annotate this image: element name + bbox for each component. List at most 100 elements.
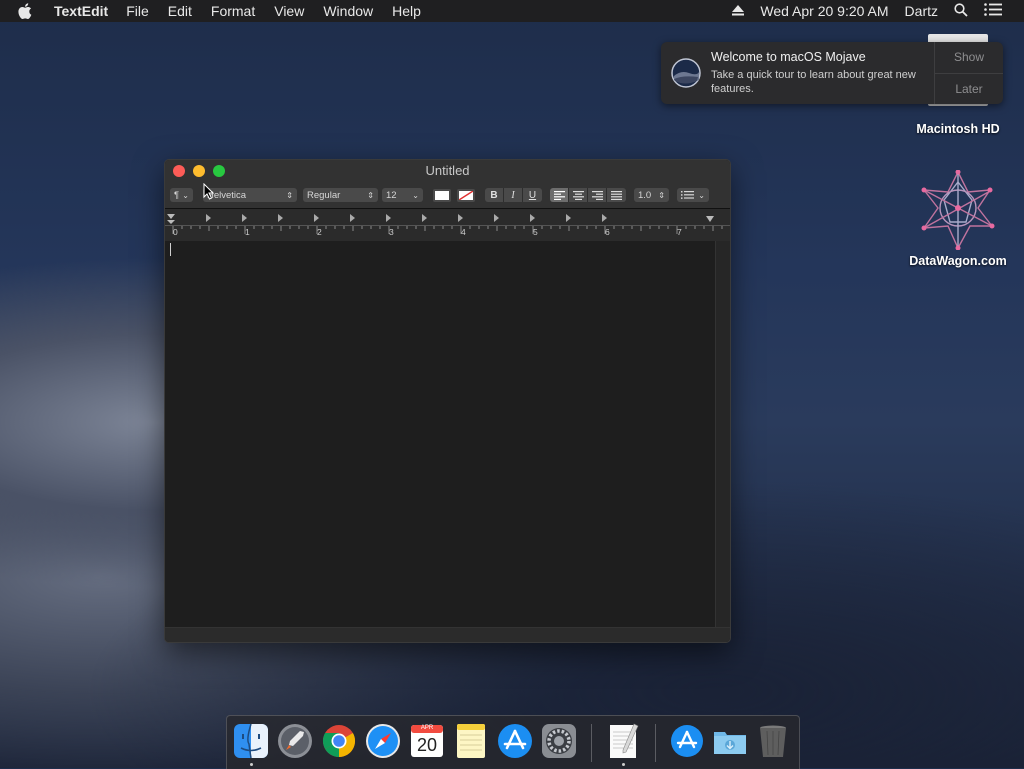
desktop-icon-label: Macintosh HD [916, 122, 1000, 136]
applications-folder-icon [671, 725, 703, 757]
menu-window[interactable]: Window [323, 3, 373, 19]
apple-icon[interactable] [18, 3, 36, 19]
menubar-clock[interactable]: Wed Apr 20 9:20 AM [760, 3, 888, 19]
font-style-value: Regular [307, 189, 341, 201]
trash-icon [760, 725, 786, 757]
align-center-button[interactable] [569, 188, 588, 202]
dock-item-app-store[interactable] [496, 722, 534, 760]
spotlight-icon[interactable] [954, 2, 968, 20]
text-color-swatch [435, 190, 449, 200]
calendar-month: APR [420, 725, 434, 731]
dock-item-downloads[interactable] [711, 722, 749, 760]
list-style-popup[interactable]: ⌄ [677, 188, 709, 202]
menu-app-name[interactable]: TextEdit [54, 3, 108, 19]
stepper-arrows-icon: ⇕ [286, 190, 293, 200]
text-cursor [170, 243, 171, 256]
paragraph-style-popup[interactable]: ¶ ⌄ [170, 188, 193, 202]
justify-button[interactable] [607, 188, 626, 202]
no-color-icon [459, 190, 473, 200]
line-spacing-popup[interactable]: 1.0 ⇕ [634, 188, 669, 202]
notification-app-icon [661, 42, 711, 104]
document-text-area[interactable] [165, 241, 715, 628]
window-bottom-bar [165, 627, 730, 642]
menu-view[interactable]: View [274, 3, 304, 19]
font-family-popup[interactable]: Helvetica ⇕ [203, 188, 297, 202]
safari-icon [366, 724, 400, 758]
ruler-label: 1 [245, 227, 250, 237]
eject-icon[interactable] [732, 3, 745, 19]
menu-edit[interactable]: Edit [168, 3, 192, 19]
desktop-icon-datawagon[interactable]: DataWagon.com [903, 170, 1013, 268]
align-right-button[interactable] [588, 188, 607, 202]
align-left-button[interactable] [550, 188, 569, 202]
textedit-window[interactable]: Untitled ¶ ⌄ Helvetica ⇕ Regular ⇕ 12 ⌄ [164, 159, 731, 643]
menu-file[interactable]: File [126, 3, 149, 19]
desktop-icon-label: DataWagon.com [909, 254, 1007, 268]
ruler-label: 4 [461, 227, 466, 237]
dock-separator [655, 724, 656, 762]
ruler-label: 7 [677, 227, 682, 237]
dock-item-trash[interactable] [754, 722, 792, 760]
italic-button[interactable]: I [504, 188, 523, 202]
dock: APR 20 [226, 715, 800, 769]
dock-item-safari[interactable] [364, 722, 402, 760]
notification-banner[interactable]: Welcome to macOS Mojave Take a quick tou… [661, 42, 1003, 104]
dock-item-applications[interactable] [668, 722, 706, 760]
stepper-arrows-icon: ⇕ [658, 190, 665, 200]
dock-running-indicator [622, 763, 625, 766]
align-left-icon [553, 190, 565, 200]
dock-separator [591, 724, 592, 762]
datawagon-logo-icon [903, 170, 1013, 254]
calendar-day: 20 [416, 735, 438, 755]
dock-item-textedit[interactable] [604, 722, 642, 760]
ruler[interactable]: 0 1 2 3 4 5 6 7 [165, 209, 730, 242]
background-color-well[interactable] [457, 188, 475, 202]
menu-help[interactable]: Help [392, 3, 421, 19]
mouse-pointer-icon [203, 183, 214, 200]
paragraph-style-label: ¶ [174, 189, 180, 201]
menu-format[interactable]: Format [211, 3, 255, 19]
font-size-value: 12 [386, 189, 397, 201]
text-color-well[interactable] [433, 188, 451, 202]
notification-center-icon[interactable] [984, 3, 1002, 19]
notification-later-button[interactable]: Later [935, 74, 1003, 105]
notification-body: Take a quick tour to learn about great n… [711, 69, 916, 95]
ruler-label: 0 [173, 227, 178, 237]
stepper-arrows-icon: ⇕ [367, 190, 374, 200]
window-title: Untitled [425, 163, 470, 178]
line-spacing-value: 1.0 [638, 189, 652, 201]
chevron-down-icon: ⌄ [412, 190, 419, 200]
font-style-popup[interactable]: Regular ⇕ [303, 188, 378, 202]
menu-bar: TextEdit File Edit Format View Window He… [0, 0, 1024, 22]
app-store-icon [498, 724, 532, 758]
menubar-user[interactable]: Dartz [905, 3, 938, 19]
notification-title: Welcome to macOS Mojave [711, 50, 866, 64]
ruler-label: 6 [605, 227, 610, 237]
underline-button[interactable]: U [523, 188, 542, 202]
dock-item-notes[interactable] [452, 722, 490, 760]
dock-running-indicator [250, 763, 253, 766]
format-toolbar: ¶ ⌄ Helvetica ⇕ Regular ⇕ 12 ⌄ B I U 1.0… [170, 187, 713, 203]
chevron-down-icon: ⌄ [182, 190, 189, 200]
dock-item-finder[interactable] [232, 722, 270, 760]
downloads-folder-icon [714, 732, 746, 754]
launchpad-icon [278, 724, 312, 758]
bold-button[interactable]: B [485, 188, 504, 202]
finder-icon [234, 723, 268, 759]
chrome-icon [322, 725, 356, 758]
notes-icon [457, 724, 485, 758]
dock-item-launchpad[interactable] [276, 722, 314, 760]
align-right-icon [591, 190, 603, 200]
bulleted-list-icon [681, 191, 694, 199]
vertical-scrollbar[interactable] [715, 241, 730, 628]
ruler-label: 3 [389, 227, 394, 237]
dock-item-system-preferences[interactable] [540, 722, 578, 760]
align-justify-icon [611, 190, 622, 200]
notification-show-button[interactable]: Show [935, 42, 1003, 74]
dock-item-calendar[interactable]: APR 20 [408, 722, 446, 760]
font-size-combobox[interactable]: 12 ⌄ [382, 188, 423, 202]
chevron-down-icon: ⌄ [698, 190, 705, 200]
dock-item-chrome[interactable] [320, 722, 358, 760]
window-titlebar[interactable]: Untitled ¶ ⌄ Helvetica ⇕ Regular ⇕ 12 ⌄ [165, 160, 730, 209]
align-center-icon [572, 190, 584, 200]
